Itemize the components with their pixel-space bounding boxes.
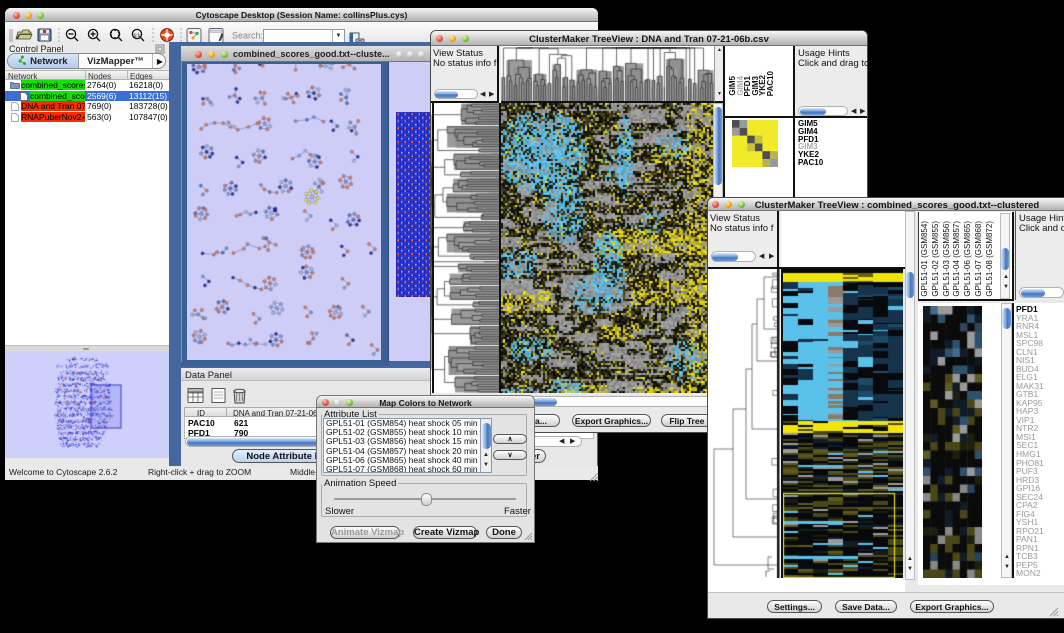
svg-text:Search:: Search:: [232, 31, 263, 41]
svg-text:1:1: 1:1: [134, 32, 141, 37]
